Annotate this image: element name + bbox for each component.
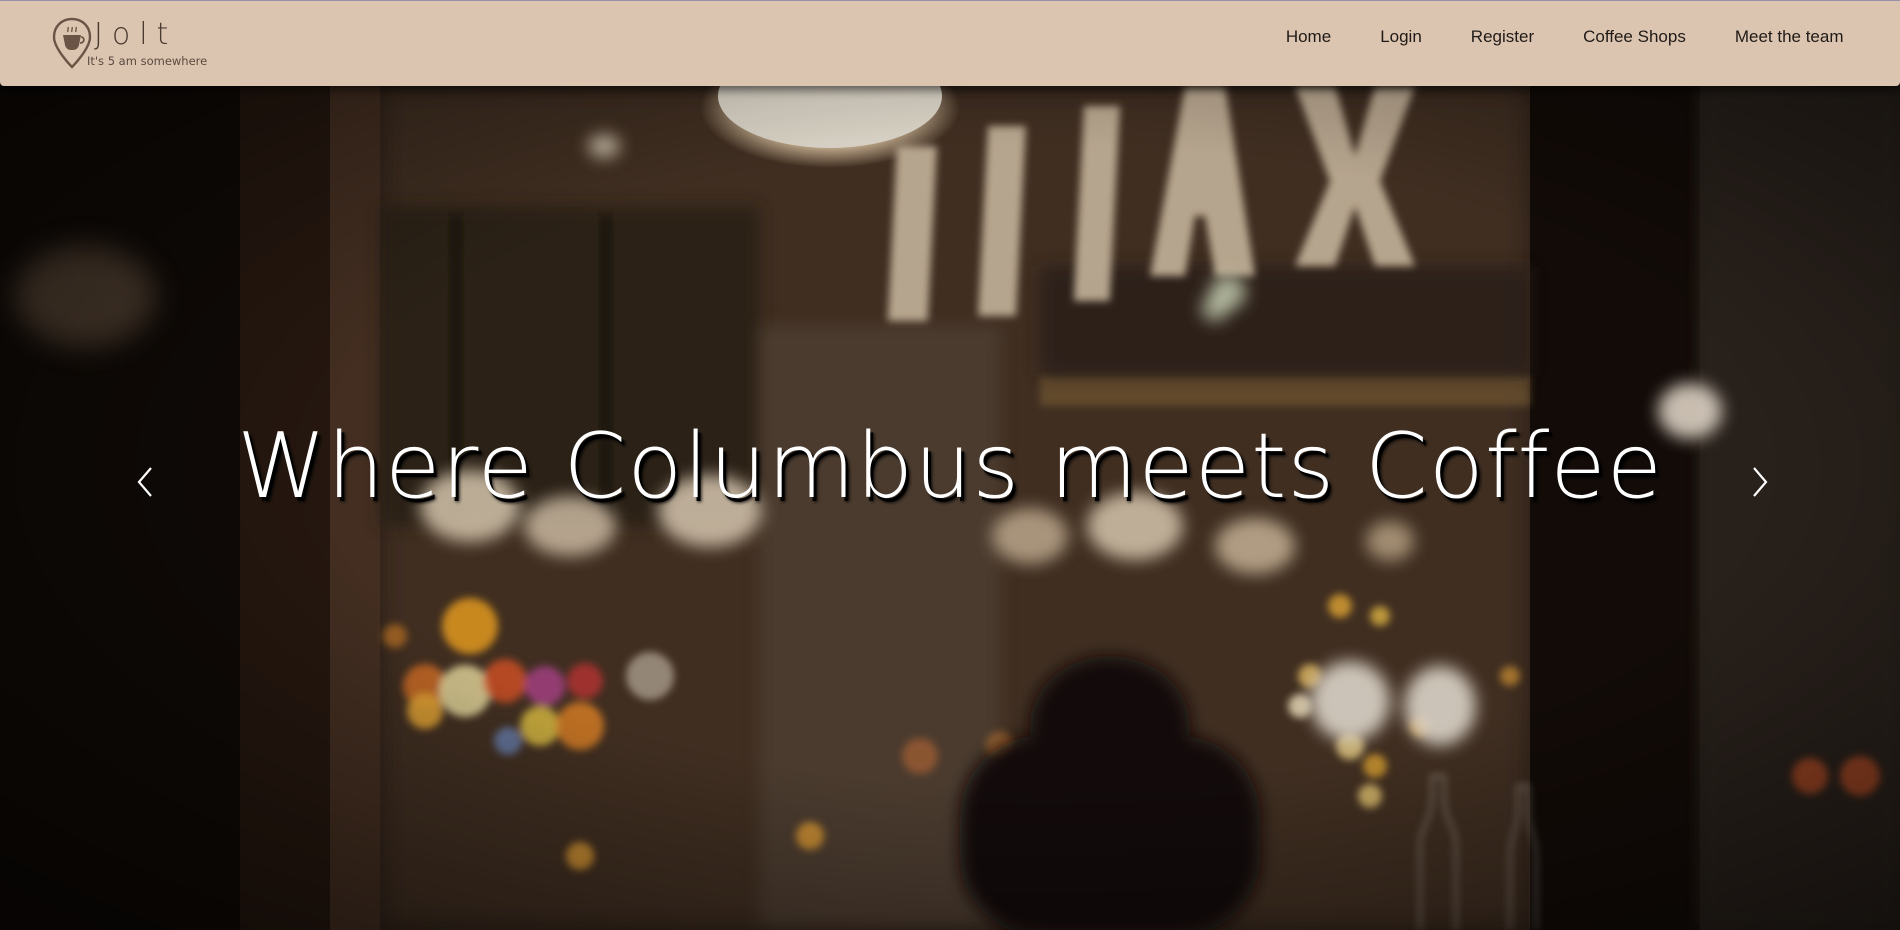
chevron-left-icon [137,467,152,497]
nav-home[interactable]: Home [1261,1,1355,73]
brand-text: Jolt It's 5 am somewhere [84,17,214,68]
brand-name: Jolt [94,17,178,52]
chevron-right-icon [1753,467,1768,497]
nav-login[interactable]: Login [1356,1,1447,73]
nav-meet-the-team[interactable]: Meet the team [1710,1,1868,73]
nav-menu: Home Login Register Coffee Shops Meet th… [1261,1,1868,73]
nav-coffee-shops[interactable]: Coffee Shops [1559,1,1711,73]
brand-logo-link[interactable]: Jolt It's 5 am somewhere [52,17,207,73]
hero-carousel: Where Columbus meets Coffee [0,86,1900,930]
nav-register[interactable]: Register [1446,1,1558,73]
navbar: Jolt It's 5 am somewhere Home Login Regi… [0,0,1900,86]
carousel-next-button[interactable] [1740,452,1780,512]
carousel-prev-button[interactable] [125,452,165,512]
hero-caption: Where Columbus meets Coffee [237,414,1663,519]
brand-tagline: It's 5 am somewhere [87,54,208,68]
